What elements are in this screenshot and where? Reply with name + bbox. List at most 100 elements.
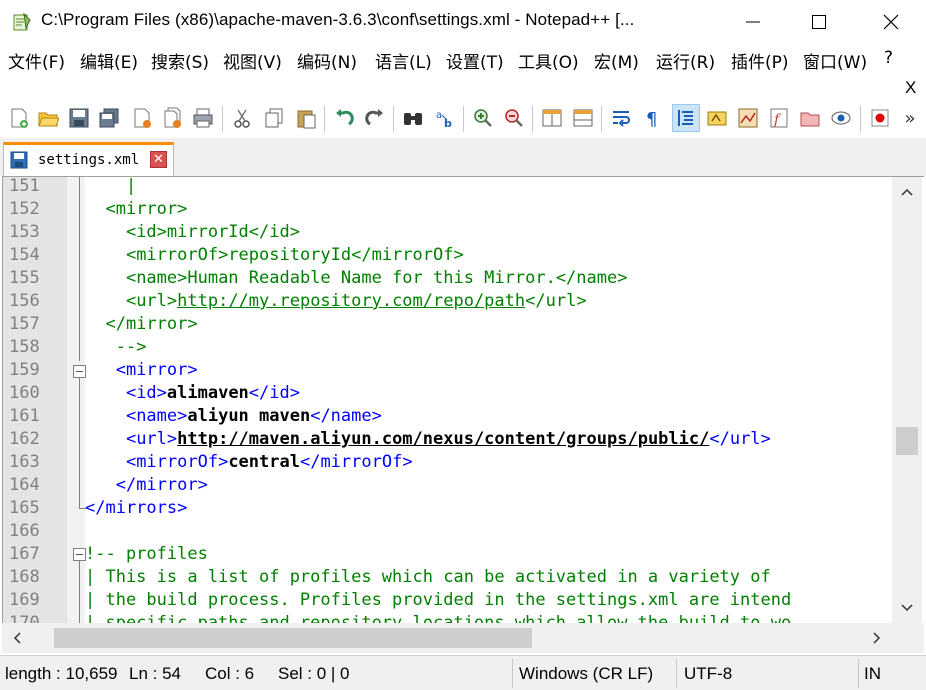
indent-guide-icon[interactable] — [672, 104, 700, 132]
open-file-icon[interactable] — [34, 104, 62, 132]
code-token: | This is a list of profiles which can b… — [85, 567, 771, 587]
find-icon[interactable] — [399, 104, 427, 132]
show-all-chars-icon[interactable]: ¶ — [638, 104, 666, 132]
redo-icon[interactable] — [361, 104, 389, 132]
sync-horizontal-icon[interactable] — [569, 104, 597, 132]
toolbar-separator — [860, 106, 861, 132]
line-number: 155 — [9, 268, 40, 288]
toolbar-separator — [393, 106, 394, 132]
scrollbar-corner — [892, 623, 924, 653]
vertical-scroll-thumb[interactable] — [896, 427, 918, 455]
menu-file[interactable]: 文件(F) — [8, 48, 65, 73]
folder-workspace-icon[interactable] — [796, 104, 824, 132]
line-number: 158 — [9, 337, 40, 357]
sync-vertical-icon[interactable] — [538, 104, 566, 132]
replace-icon[interactable]: ab — [431, 104, 459, 132]
line-number: 167 — [9, 544, 40, 564]
scroll-down-icon[interactable] — [892, 593, 922, 623]
code-token: aliyun maven — [187, 406, 311, 426]
zoom-out-icon[interactable] — [500, 104, 528, 132]
code-token: | the build process. Profiles provided i… — [85, 590, 792, 610]
code-line: </mirror> — [85, 313, 197, 336]
code-line: <url>http://my.repository.com/repo/path<… — [85, 290, 587, 313]
close-icon[interactable] — [856, 0, 926, 44]
word-wrap-icon[interactable] — [607, 104, 635, 132]
close-file-icon[interactable] — [128, 104, 156, 132]
code-token: <name>Human Readable Name for this Mirro… — [125, 268, 628, 288]
line-number: 168 — [9, 567, 40, 587]
save-icon[interactable] — [65, 104, 93, 132]
function-list-icon[interactable]: f — [765, 104, 793, 132]
line-number: 160 — [9, 383, 40, 403]
menu-help[interactable]: ? — [884, 48, 893, 68]
cut-icon[interactable] — [228, 104, 256, 132]
horizontal-scrollbar[interactable] — [2, 623, 892, 653]
menu-window[interactable]: 窗口(W) — [803, 48, 867, 73]
code-token: <mirrorOf>repositoryId</mirrorOf> — [125, 245, 464, 265]
print-icon[interactable] — [189, 104, 217, 132]
code-line: <id>mirrorId</id> — [85, 221, 300, 244]
menu-plugins[interactable]: 插件(P) — [731, 48, 789, 73]
maximize-icon[interactable] — [784, 0, 854, 44]
paste-icon[interactable] — [292, 104, 320, 132]
code-token: </name> — [310, 406, 382, 426]
code-token: <mirrorOf> — [125, 452, 229, 472]
minimize-icon[interactable] — [718, 0, 788, 44]
menu-settings[interactable]: 设置(T) — [446, 48, 504, 73]
status-insert-mode[interactable]: INS — [864, 664, 882, 684]
copy-icon[interactable] — [260, 104, 288, 132]
window-title: C:\Program Files (x86)\apache-maven-3.6.… — [41, 10, 635, 29]
line-number: 151 — [9, 176, 40, 196]
close-all-icon[interactable] — [159, 104, 187, 132]
menu-macro[interactable]: 宏(M) — [594, 48, 639, 73]
menu-run[interactable]: 运行(R) — [656, 48, 715, 73]
status-line: Ln : 54 — [129, 664, 181, 683]
code-token: <url> — [125, 429, 178, 449]
code-token: <id> — [125, 383, 167, 403]
scroll-left-icon[interactable] — [2, 623, 32, 653]
tab-settings-xml[interactable]: settings.xml ✕ — [3, 142, 174, 176]
status-divider — [676, 659, 677, 688]
fold-toggle-icon[interactable] — [73, 548, 86, 561]
editor[interactable]: 151 152 153 154 155 156 157 158 159 160 161 162 163 1… — [2, 176, 924, 624]
code-line: </mirror> — [85, 474, 208, 497]
close-document-button[interactable]: X — [905, 78, 916, 98]
record-macro-icon[interactable] — [866, 104, 894, 132]
zoom-in-icon[interactable] — [469, 104, 497, 132]
status-eol[interactable]: Windows (CR LF) — [519, 664, 669, 684]
status-encoding[interactable]: UTF-8 — [684, 664, 854, 684]
line-number: 156 — [9, 291, 40, 311]
menu-language[interactable]: 语言(L) — [375, 48, 432, 73]
toolbar-overflow-button[interactable]: » — [898, 104, 922, 132]
menu-edit[interactable]: 编辑(E) — [80, 48, 138, 73]
code-token: </url> — [709, 429, 771, 449]
fold-toggle-icon[interactable] — [73, 365, 86, 378]
menu-encoding[interactable]: 编码(N) — [297, 48, 357, 73]
fold-line — [79, 561, 80, 624]
tab-close-button[interactable]: ✕ — [150, 151, 167, 168]
doc-map-icon[interactable] — [734, 104, 762, 132]
menu-view[interactable]: 视图(V) — [223, 48, 282, 73]
save-all-icon[interactable] — [95, 104, 123, 132]
scroll-up-icon[interactable] — [892, 177, 922, 207]
code-token: alimaven — [166, 383, 249, 403]
menu-search[interactable]: 搜索(S) — [151, 48, 209, 73]
code-area[interactable]: | <mirror> <id>mirrorId</id> <mirrorOf>r… — [85, 177, 895, 624]
line-number: 152 — [9, 199, 40, 219]
monitoring-icon[interactable] — [827, 104, 855, 132]
menu-tools[interactable]: 工具(O) — [518, 48, 579, 73]
new-file-icon[interactable] — [5, 104, 33, 132]
code-token: <mirror> — [105, 199, 188, 219]
undo-icon[interactable] — [330, 104, 358, 132]
udl-icon[interactable] — [703, 104, 731, 132]
horizontal-scroll-thumb[interactable] — [54, 628, 532, 648]
scroll-right-icon[interactable] — [862, 623, 892, 653]
vertical-scrollbar[interactable] — [892, 177, 922, 623]
